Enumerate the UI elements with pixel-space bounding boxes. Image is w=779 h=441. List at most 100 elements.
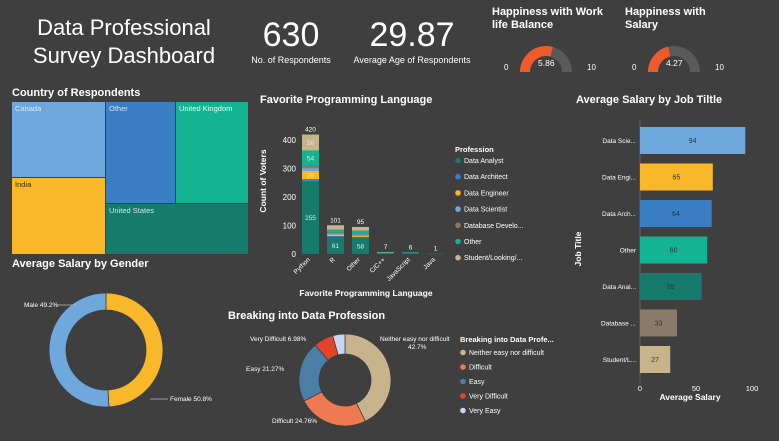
gauge-min: 0 [632,63,637,72]
language-legend-item[interactable]: Data Engineer [464,190,509,197]
language-bar-segment[interactable] [352,234,369,236]
language-bar-segment[interactable] [402,252,419,253]
breaking-slices [298,333,392,427]
language-legend-title: Profession [455,145,494,154]
language-bar-segment[interactable] [327,233,344,235]
salary-job-value-label: 60 [670,248,678,255]
salary-job-y-label: Job Title [573,231,583,266]
gauge-work-life-title: Happiness with Work life Balance [492,6,604,31]
language-bar-segment[interactable] [327,229,344,233]
language-bar-segment[interactable] [352,236,369,238]
language-bar-segment[interactable] [302,165,319,169]
language-legend-item[interactable]: Data Scientist [464,207,507,214]
language-legend-swatch[interactable] [455,222,461,229]
language-y-tick: 400 [283,136,297,145]
breaking-legend-item[interactable]: Very Difficult [469,394,508,401]
language-legend-swatch[interactable] [455,173,461,180]
salary-job-category-label: Student/L... [603,357,636,364]
treemap-cell-united-kingdom[interactable]: United Kingdom [176,102,248,204]
language-x-tick: Other [345,256,362,273]
treemap-country: Canada Other United Kingdom India United… [12,102,248,254]
language-chart-title: Favorite Programming Language [260,94,433,106]
language-legend-item[interactable]: Data Architect [464,174,508,181]
language-legend-item[interactable]: Student/Looking/... [464,255,522,262]
gender-chart: Male 49.2% Female 50.8% [24,292,212,408]
breaking-legend-item[interactable]: Neither easy nor difficult [469,350,544,357]
salary-job-value-label: 55 [667,284,675,291]
gauge-work-life: 0 5.86 10 [504,46,596,72]
breaking-legend-swatch[interactable] [460,349,466,356]
kpi-respondents: 630 No. of Respondents [246,16,336,65]
salary-job-category-label: Data Scie... [602,138,636,145]
language-bar-segment[interactable] [327,225,344,230]
language-legend-swatch[interactable] [455,206,461,212]
treemap-title: Country of Respondents [12,87,141,99]
language-x-tick: C/C++ [369,256,387,274]
salary-job-title: Average Salary by Job Tiltle [576,94,723,106]
language-bar-segment[interactable] [327,232,344,234]
salary-job-chart: 94 Data Scie... 65 Data Engi... 64 Data Arch.… [573,120,759,402]
language-total-label: 7 [384,244,388,251]
language-legend-item[interactable]: Database Develo... [464,223,524,230]
kpi-respondents-value: 630 [262,16,320,54]
breaking-label-very-difficult: Very Difficult 6.98% [250,336,306,343]
donut-slice[interactable] [48,292,110,408]
salary-job-category-label: Data Anal... [602,284,636,291]
language-bar-segment[interactable] [377,252,394,253]
language-x-label: Favorite Programming Language [299,288,432,298]
language-bar-segment[interactable] [302,168,319,171]
language-bar-segment[interactable] [352,235,369,237]
breaking-legend-item[interactable]: Difficult [469,365,492,372]
language-legend-swatch[interactable] [455,190,461,196]
gauge-value: 5.86 [538,58,555,68]
language-total-label: 95 [357,219,365,226]
breaking-label-difficult: Difficult 24.76% [272,418,317,425]
donut-slice[interactable] [105,292,164,408]
breaking-legend-title: Breaking into Data Profe... [460,335,554,344]
language-bar-segment[interactable] [352,226,369,231]
treemap-cell-canada[interactable]: Canada [12,102,106,178]
salary-job-value-label: 94 [689,138,697,145]
language-y-tick: 100 [283,222,297,231]
breaking-legend-swatch[interactable] [460,407,466,414]
salary-job-category-label: Database ... [601,321,636,328]
salary-job-x-tick: 100 [746,384,759,393]
gauge-max: 10 [587,63,596,72]
treemap-cell-other[interactable]: Other [106,102,176,204]
language-segment-label: 56 [307,140,315,147]
language-bars: 255295456420Python61101R5895Other7C/C++6… [293,127,444,283]
language-segment-label: 54 [307,156,315,163]
language-bar-segment[interactable] [327,236,344,237]
language-y-axis: 0 100 200 300 400 [283,136,297,259]
salary-job-category-label: Other [620,248,637,255]
language-x-tick: R [329,256,337,264]
gender-label-male: Male 49.2% [24,302,59,309]
kpi-respondents-label: No. of Respondents [251,55,331,65]
language-legend-swatch[interactable] [455,238,461,245]
breaking-legend-swatch[interactable] [460,378,466,385]
language-legend-swatch[interactable] [455,157,461,164]
salary-job-value-label: 64 [672,211,680,218]
language-y-tick: 300 [283,165,297,174]
treemap-cell-india[interactable]: India [12,178,106,254]
breaking-legend-swatch[interactable] [460,364,466,370]
language-bar-segment[interactable] [427,253,444,255]
language-y-label: Count of Voters [258,149,268,212]
language-legend-item[interactable]: Data Analyst [464,158,503,165]
breaking-label-easy: Easy 21.27% [246,366,285,373]
salary-job-x-tick: 0 [638,384,642,393]
breaking-legend-swatch[interactable] [460,393,466,399]
breaking-chart-title: Breaking into Data Profession [228,310,386,322]
language-bar-segment[interactable] [327,234,344,237]
salary-job-value-label: 27 [651,357,659,364]
language-x-tick: JavaScript [385,256,412,283]
language-legend-item[interactable]: Other [464,239,482,246]
language-bar-segment[interactable] [352,230,369,234]
language-legend-swatch[interactable] [455,254,461,261]
breaking-legend-item[interactable]: Easy [469,379,485,386]
salary-job-value-label: 65 [673,175,681,182]
breaking-legend-item[interactable]: Very Easy [469,408,501,415]
language-bar-segment[interactable] [352,233,369,235]
kpi-average-age-label: Average Age of Respondents [353,55,471,65]
treemap-cell-united-states[interactable]: United States [106,204,248,254]
